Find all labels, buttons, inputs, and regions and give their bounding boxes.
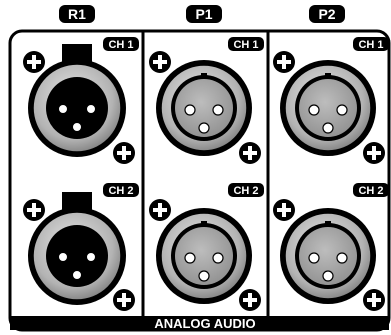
mounting-screw-icon (273, 199, 295, 221)
svg-text:CH 1: CH 1 (358, 39, 383, 51)
svg-text:CH 1: CH 1 (108, 39, 133, 51)
mounting-screw-icon (273, 51, 295, 73)
key-notch (325, 73, 331, 78)
svg-text:P1: P1 (195, 6, 212, 22)
mounting-screw-icon (23, 51, 45, 73)
footer-label: ANALOG AUDIO (154, 316, 255, 331)
ch-badge: CH 1 (228, 37, 264, 51)
svg-text:P2: P2 (318, 6, 335, 22)
mounting-screw-icon (23, 199, 45, 221)
ch-badge: CH 1 (353, 37, 389, 51)
key-notch (201, 73, 207, 78)
mounting-screw-icon (113, 142, 135, 164)
mounting-screw-icon (149, 51, 171, 73)
ch-badge: CH 2 (228, 183, 264, 197)
group-label-r1: R1 (59, 5, 95, 23)
mounting-screw-icon (363, 142, 385, 164)
svg-text:CH 2: CH 2 (108, 185, 133, 197)
ch-badge: CH 2 (353, 183, 389, 197)
mounting-screw-icon (363, 289, 385, 311)
group-label-p1: P1 (186, 5, 222, 23)
latch-tab (62, 44, 92, 64)
footer-bar: ANALOG AUDIO (10, 316, 389, 331)
analog-audio-panel: R1 P1 P2 ANALOG AUDIO CH 1 CH 2 CH 1 CH … (8, 5, 391, 332)
ch-badge: CH 1 (103, 37, 139, 51)
mounting-screw-icon (239, 289, 261, 311)
latch-tab (62, 192, 92, 212)
svg-text:CH 2: CH 2 (233, 185, 258, 197)
svg-text:CH 1: CH 1 (233, 39, 258, 51)
mounting-screw-icon (113, 289, 135, 311)
mounting-screw-icon (239, 142, 261, 164)
group-label-p2: P2 (309, 5, 345, 23)
key-notch (201, 221, 207, 226)
svg-text:CH 2: CH 2 (358, 185, 383, 197)
key-notch (325, 221, 331, 226)
ch-badge: CH 2 (103, 183, 139, 197)
svg-text:R1: R1 (68, 6, 86, 22)
mounting-screw-icon (149, 199, 171, 221)
